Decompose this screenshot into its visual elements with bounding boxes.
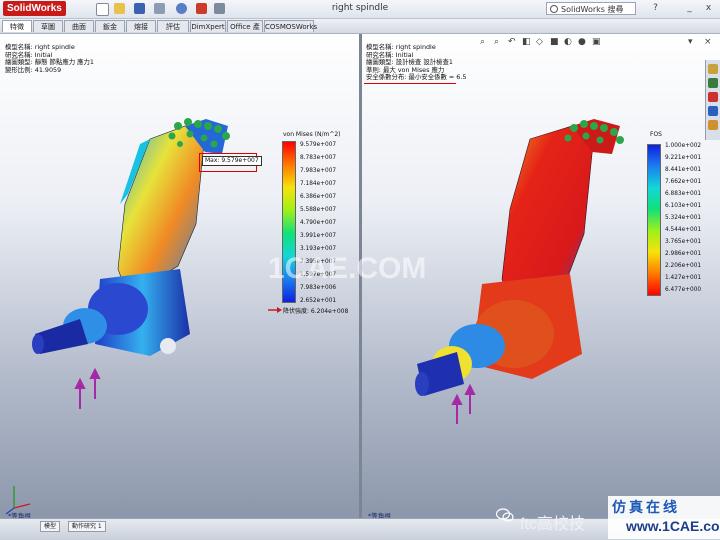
design-library-icon[interactable] [708,78,718,88]
zoom-area-icon[interactable]: ⌕ [494,36,499,48]
tab-motion-study[interactable]: 動作研究 1 [68,521,106,532]
file-explorer-icon[interactable] [708,92,718,102]
corner-watermark-url: www.1CAE.com [626,518,720,534]
legend-tick: 6.103e+001 [665,203,702,209]
legend-tick: 2.206e+001 [665,263,702,269]
scene-icon[interactable]: ▣ [592,36,601,48]
home-icon[interactable] [708,64,718,74]
legend-tick: 4.790e+007 [300,220,337,226]
tab-features[interactable]: 特徵 [2,20,32,32]
legend-tick: 3.991e+007 [300,233,337,239]
tab-model[interactable]: 模型 [40,521,61,532]
display-style-icon[interactable]: ■ [550,36,559,48]
search-placeholder: SolidWorks 搜尋 [561,5,624,14]
section-view-icon[interactable]: ◧ [522,36,531,48]
legend-tick: 6.386e+007 [300,194,337,200]
view-palette-icon[interactable] [708,106,718,116]
search-icon [550,5,558,13]
legend-tick: 8.783e+007 [300,155,337,161]
legend-tick: 1.427e+001 [665,275,702,281]
previous-view-icon[interactable]: ↶ [508,36,516,48]
stress-legend-title: von Mises (N/m^2) [283,131,341,138]
tab-cosmosworks[interactable]: COSMOSWorks [264,20,317,32]
corner-watermark: 仿真在线 www.1CAE.com [608,496,720,539]
legend-tick: 8.441e+001 [665,167,702,173]
fos-legend-title: FOS [650,131,662,138]
yield-arrow-icon [268,307,282,313]
minimize-button[interactable]: _ [684,3,695,14]
appearance-icon[interactable]: ● [578,36,586,48]
legend-tick: 1.000e+002 [665,143,702,149]
viewport-close-icon[interactable]: × [704,36,712,48]
tab-sheet-metal[interactable]: 鈑金 [95,20,125,32]
view-orientation-label: *等角視 [8,512,31,518]
yield-strength-label: 降伏強度: 6.204e+008 [283,308,349,315]
close-button[interactable]: x [703,3,714,14]
legend-tick: 6.477e+000 [665,287,702,293]
center-watermark: 1CAE.COM [268,252,427,285]
hide-show-icon[interactable]: ◐ [564,36,572,48]
legend-tick: 5.588e+007 [300,207,337,213]
tab-office-products[interactable]: Office 產品 [227,20,263,43]
task-pane [705,60,720,140]
corner-watermark-title: 仿真在线 [612,499,680,515]
tab-dimxpert[interactable]: DimXpert [190,20,226,32]
legend-tick: 2.652e+001 [300,298,337,304]
legend-tick: 9.221e+001 [665,155,702,161]
command-manager-tabs: 特徵 草圖 曲面 鈑金 熔接 評估 DimXpert Office 產品 COS… [0,19,720,43]
legend-tick: 7.662e+001 [665,179,702,185]
view-orientation-icon[interactable]: ◇ [536,36,543,48]
view-orientation-label: *等角視 [368,512,391,518]
tab-weldments[interactable]: 熔接 [126,20,156,32]
legend-tick: 7.184e+007 [300,181,337,187]
wechat-icon [496,508,514,522]
zoom-fit-icon[interactable]: ⌕ [480,36,485,48]
legend-tick: 5.324e+001 [665,215,702,221]
legend-tick: 2.986e+001 [665,251,702,257]
help-button[interactable]: ? [650,3,661,14]
legend-tick: 7.983e+007 [300,168,337,174]
ftc-watermark: ftc高校技 [520,516,585,533]
legend-tick: 9.579e+007 [300,142,337,148]
viewport-menu-icon[interactable]: ▾ [688,36,693,48]
legend-tick: 3.765e+001 [665,239,702,245]
legend-tick: 4.544e+001 [665,227,702,233]
tab-surfaces[interactable]: 曲面 [64,20,94,32]
search-input[interactable]: SolidWorks 搜尋 [546,2,636,15]
legend-tick: 6.883e+001 [665,191,702,197]
max-stress-label: Max: 9.579e+007 [202,156,262,166]
fos-color-bar [647,144,661,296]
tab-evaluate[interactable]: 評估 [157,20,189,32]
appearances-icon[interactable] [708,120,718,130]
tab-sketch[interactable]: 草圖 [33,20,63,32]
title-bar: SolidWorks right spindle SolidWorks 搜尋 ?… [0,0,720,19]
